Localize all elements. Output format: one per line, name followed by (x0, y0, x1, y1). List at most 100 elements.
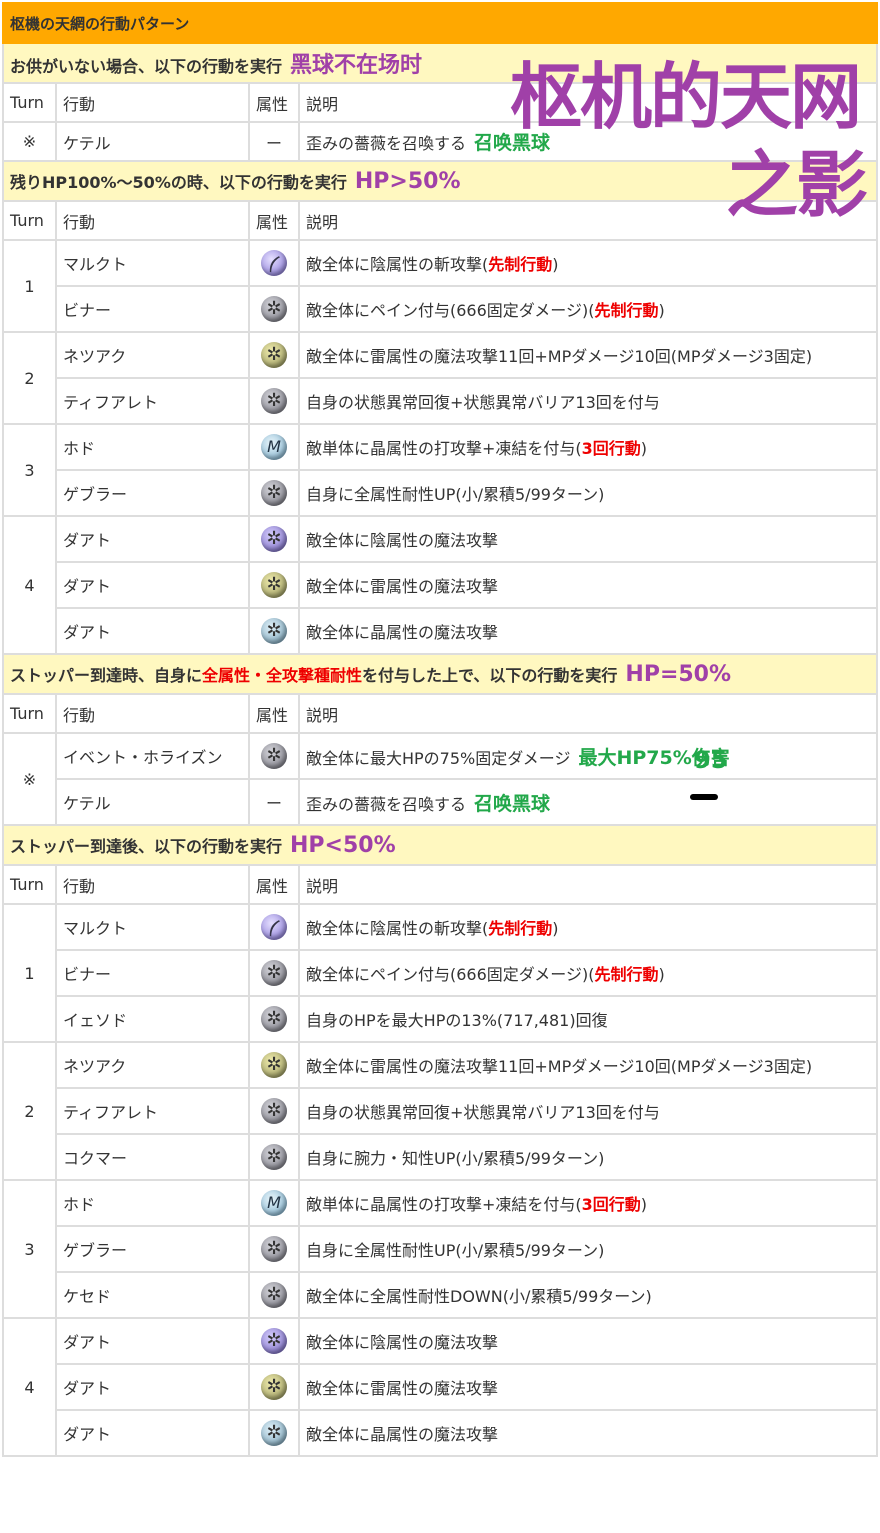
action-name: ティフアレト (55, 377, 250, 425)
attribute-cell (248, 377, 300, 425)
dark-attribute-icon (261, 296, 287, 322)
action-name: ネツアク (55, 1041, 250, 1089)
condition-text: 残りHP100%～50%の時、以下の行動を実行 (10, 172, 347, 192)
attribute-cell (248, 607, 300, 655)
attribute-cell (248, 995, 300, 1043)
column-header-action: 行動 (55, 82, 250, 123)
attribute-cell: ー (248, 778, 300, 826)
column-header-turn: Turn (2, 864, 57, 905)
turn-cell: ※ (2, 121, 57, 162)
column-header-attr: 属性 (248, 200, 300, 241)
table-title: 枢機の天網の行動パターン (2, 2, 878, 44)
description-text: 3回行動 (581, 1195, 641, 1214)
table-row: ダアト 敵全体に雷属性の魔法攻撃 (3, 561, 878, 609)
attribute-cell (248, 239, 300, 287)
description-text: 敵全体に全属性耐性DOWN(小/累積5/99ターン) (306, 1287, 652, 1306)
table-row: ビナー敵全体にペイン付与(666固定ダメージ)(先制行動) (3, 285, 878, 333)
description-text: 敵全体にペイン付与(666固定ダメージ)( (306, 301, 595, 320)
column-header-attr: 属性 (248, 82, 300, 123)
strike-attribute-icon (261, 1190, 287, 1216)
description-text: ) (640, 439, 648, 458)
description-cell: 歪みの薔薇を召喚する 召唤黑球 (298, 778, 878, 826)
description-text: 敵全体に雷属性の魔法攻撃11回+MPダメージ10回(MPダメージ3固定) (306, 1057, 813, 1076)
description-text: 敵全体に陰属性の魔法攻撃 (306, 1333, 499, 1352)
table-row: 1マルクト敵全体に陰属性の斬攻撃(先制行動) (2, 903, 878, 1043)
description-cell: 自身に全属性耐性UP(小/累積5/99ターン) (298, 469, 878, 517)
table-row: ケテルー歪みの薔薇を召喚する 召唤黑球 (3, 778, 878, 826)
turn-cell: ※ (2, 732, 57, 826)
condition-text: を付与した上で、以下の行動を実行 (362, 665, 618, 685)
action-name: ティフアレト (55, 1087, 250, 1135)
action-name: イェソド (55, 995, 250, 1043)
table-row: 4ダアト 敵全体に陰属性の魔法攻撃 (2, 1317, 878, 1457)
strikethrough-mark (690, 794, 718, 800)
thunder-attribute-icon (261, 1374, 287, 1400)
section-condition: ストッパー到達後、以下の行動を実行 HP<50% (2, 824, 878, 866)
turn-cell: 1 (2, 903, 57, 1043)
description-text: 自身に全属性耐性UP(小/累積5/99ターン) (306, 1241, 605, 1260)
table-row: 4ダアト 敵全体に陰属性の魔法攻撃 (2, 515, 878, 655)
action-name: ホド (55, 1179, 250, 1227)
description-text: 敵全体にペイン付与(666固定ダメージ)( (306, 965, 595, 984)
column-header-turn: Turn (2, 693, 57, 734)
action-name: コクマー (55, 1133, 250, 1181)
description-text: 敵単体に晶属性の打攻撃+凍結を付与( (306, 439, 582, 458)
description-cell: 自身の状態異常回復+状態異常バリア13回を付与 (298, 1087, 878, 1135)
table-row: コクマー 自身に腕力・知性UP(小/累積5/99ターン) (3, 1133, 878, 1181)
attribute-cell: ー (248, 121, 300, 162)
turn-cell: 4 (2, 1317, 57, 1457)
table-row: 1マルクト敵全体に陰属性の斬攻撃(先制行動) (2, 239, 878, 333)
description-cell: 敵単体に晶属性の打攻撃+凍結を付与(3回行動) (298, 423, 878, 471)
attribute-cell (248, 903, 300, 951)
attribute-cell (248, 331, 300, 379)
table-title-row: 枢機の天網の行動パターン (2, 2, 878, 44)
description-text: 歪みの薔薇を召喚する (306, 134, 467, 153)
dark-attribute-icon (261, 1006, 287, 1032)
crystal-attribute-icon (261, 1420, 287, 1446)
action-name: ケセド (55, 1271, 250, 1319)
turn-cell: 2 (2, 1041, 57, 1181)
strike-attribute-icon (261, 434, 287, 460)
description-cell: 敵全体に陰属性の魔法攻撃 (298, 1317, 878, 1365)
description-text: 敵単体に晶属性の打攻撃+凍結を付与( (306, 1195, 582, 1214)
action-name: ダアト (55, 515, 250, 563)
description-cell: 自身に全属性耐性UP(小/累積5/99ターン) (298, 1225, 878, 1273)
section-header-row: ストッパー到達後、以下の行動を実行 HP<50% (2, 824, 878, 866)
action-name: マルクト (55, 239, 250, 287)
description-text: 自身のHPを最大HPの13%(717,481)回復 (306, 1011, 608, 1030)
action-name: ゲブラー (55, 469, 250, 517)
description-cell: 敵単体に晶属性の打攻撃+凍結を付与(3回行動) (298, 1179, 878, 1227)
slash-attribute-icon (261, 250, 287, 276)
shadow-attribute-icon (261, 1328, 287, 1354)
action-name: ダアト (55, 1409, 250, 1457)
attribute-cell (248, 1409, 300, 1457)
action-name: ダアト (55, 561, 250, 609)
turn-cell: 4 (2, 515, 57, 655)
description-text: 敵全体に雷属性の魔法攻撃 (306, 1379, 499, 1398)
column-header-row: Turn 行動 属性 説明 (2, 693, 878, 734)
table-row: ティフアレト 自身の状態異常回復+状態異常バリア13回を付与 (3, 1087, 878, 1135)
description-text: 自身に全属性耐性UP(小/累積5/99ターン) (306, 485, 605, 504)
description-cell: 敵全体に陰属性の斬攻撃(先制行動) (298, 239, 878, 287)
description-cell: 敵全体にペイン付与(666固定ダメージ)(先制行動) (298, 949, 878, 997)
dark-attribute-icon (261, 1144, 287, 1170)
action-name: ホド (55, 423, 250, 471)
description-text: ) (658, 965, 665, 984)
section-condition: ストッパー到達時、自身に全属性・全攻撃種耐性を付与した上で、以下の行動を実行 HP… (2, 653, 878, 695)
description-text: 先制行動 (488, 919, 553, 938)
description-text: 3回行動 (581, 439, 641, 458)
description-cell: 敵全体に雷属性の魔法攻撃 (298, 1363, 878, 1411)
table-row: ケセド 敵全体に全属性耐性DOWN(小/累積5/99ターン) (3, 1271, 878, 1319)
condition-text: お供がいない場合、以下の行動を実行 (10, 57, 283, 76)
description-cell: 敵全体に陰属性の斬攻撃(先制行動) (298, 903, 878, 951)
description-text: 自身に腕力・知性UP(小/累積5/99ターン) (306, 1149, 605, 1168)
table-row: 2ネツアク 敵全体に雷属性の魔法攻撃11回+MPダメージ10回(MPダメージ3固定… (2, 331, 878, 425)
action-name: ビナー (55, 285, 250, 333)
action-name: ビナー (55, 949, 250, 997)
action-name: ダアト (55, 1363, 250, 1411)
description-text: 自身の状態異常回復+状態異常バリア13回を付与 (306, 1103, 660, 1122)
condition-annotation: HP<50% (290, 832, 396, 858)
condition-text: ストッパー到達時、自身に (10, 665, 203, 685)
attribute-cell (248, 1133, 300, 1181)
description-cell: 敵全体に晶属性の魔法攻撃 (298, 607, 878, 655)
